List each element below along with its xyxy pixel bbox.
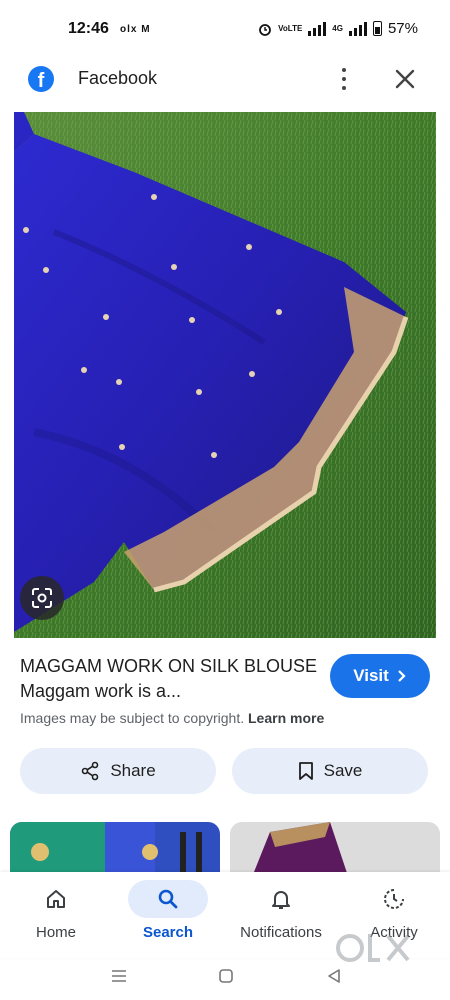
nav-item-search[interactable]: Search — [112, 872, 224, 958]
save-button[interactable]: Save — [232, 748, 428, 794]
signal-icon — [308, 21, 327, 36]
visit-label: Visit — [353, 666, 389, 685]
main-image[interactable] — [14, 112, 436, 638]
google-lens-icon — [32, 588, 52, 608]
home-icon — [47, 890, 65, 908]
share-label: Share — [110, 761, 156, 780]
network-type-label: 4G — [332, 23, 343, 33]
nav-item-home[interactable]: Home — [0, 872, 112, 958]
nav-pill — [354, 880, 434, 918]
nav-label-search: Search — [142, 924, 194, 941]
nav-label-notifications: Notifications — [240, 924, 322, 941]
status-time: 12:46 — [68, 20, 109, 37]
alarm-icon — [259, 23, 272, 36]
status-indicators: VoLTE 4G 57% — [258, 20, 418, 37]
facebook-logo-icon: f — [28, 66, 54, 92]
copyright-text: Images may be subject to copyright. — [20, 710, 245, 726]
battery-icon — [372, 21, 382, 36]
battery-level: 57% — [387, 20, 418, 37]
home-button[interactable] — [214, 964, 238, 988]
visit-button[interactable]: Visit — [330, 654, 430, 698]
more-options-icon[interactable] — [336, 66, 352, 92]
result-title[interactable]: MAGGAM WORK ON SILK BLOUSE Maggam work i… — [20, 654, 320, 704]
volte-label: VoLTE — [278, 23, 303, 33]
bell-icon — [272, 891, 290, 909]
nav-pill — [241, 880, 321, 918]
save-label: Save — [323, 761, 363, 780]
share-button[interactable]: Share — [20, 748, 216, 794]
back-triangle-icon — [328, 969, 340, 983]
header: f Facebook — [0, 58, 450, 106]
status-bar: 12:46 olx M VoLTE 4G 57% — [0, 0, 450, 60]
learn-more-link[interactable]: Learn more — [248, 710, 324, 726]
back-button[interactable] — [322, 964, 346, 988]
menu-icon — [112, 970, 126, 982]
blouse-photo — [14, 112, 436, 638]
nav-label-home: Home — [35, 924, 76, 941]
recent-apps-button[interactable] — [107, 964, 131, 988]
share-icon — [82, 761, 99, 781]
nav-pill — [16, 880, 96, 918]
lens-search-button[interactable] — [20, 576, 64, 620]
close-icon[interactable] — [392, 66, 418, 92]
signal-icon-2 — [348, 21, 367, 36]
status-app-icons: olx M — [120, 24, 151, 35]
system-navigation-bar — [0, 958, 450, 1000]
bookmark-icon — [298, 762, 313, 780]
square-icon — [219, 969, 233, 983]
site-name: Facebook — [78, 68, 158, 88]
activity-icon — [384, 889, 404, 909]
chevron-right-icon — [398, 670, 406, 682]
copyright-notice: Images may be subject to copyright. Lear… — [20, 710, 324, 726]
nav-pill — [128, 880, 208, 918]
search-icon — [158, 889, 178, 909]
nav-item-notifications[interactable]: Notifications — [225, 872, 337, 958]
